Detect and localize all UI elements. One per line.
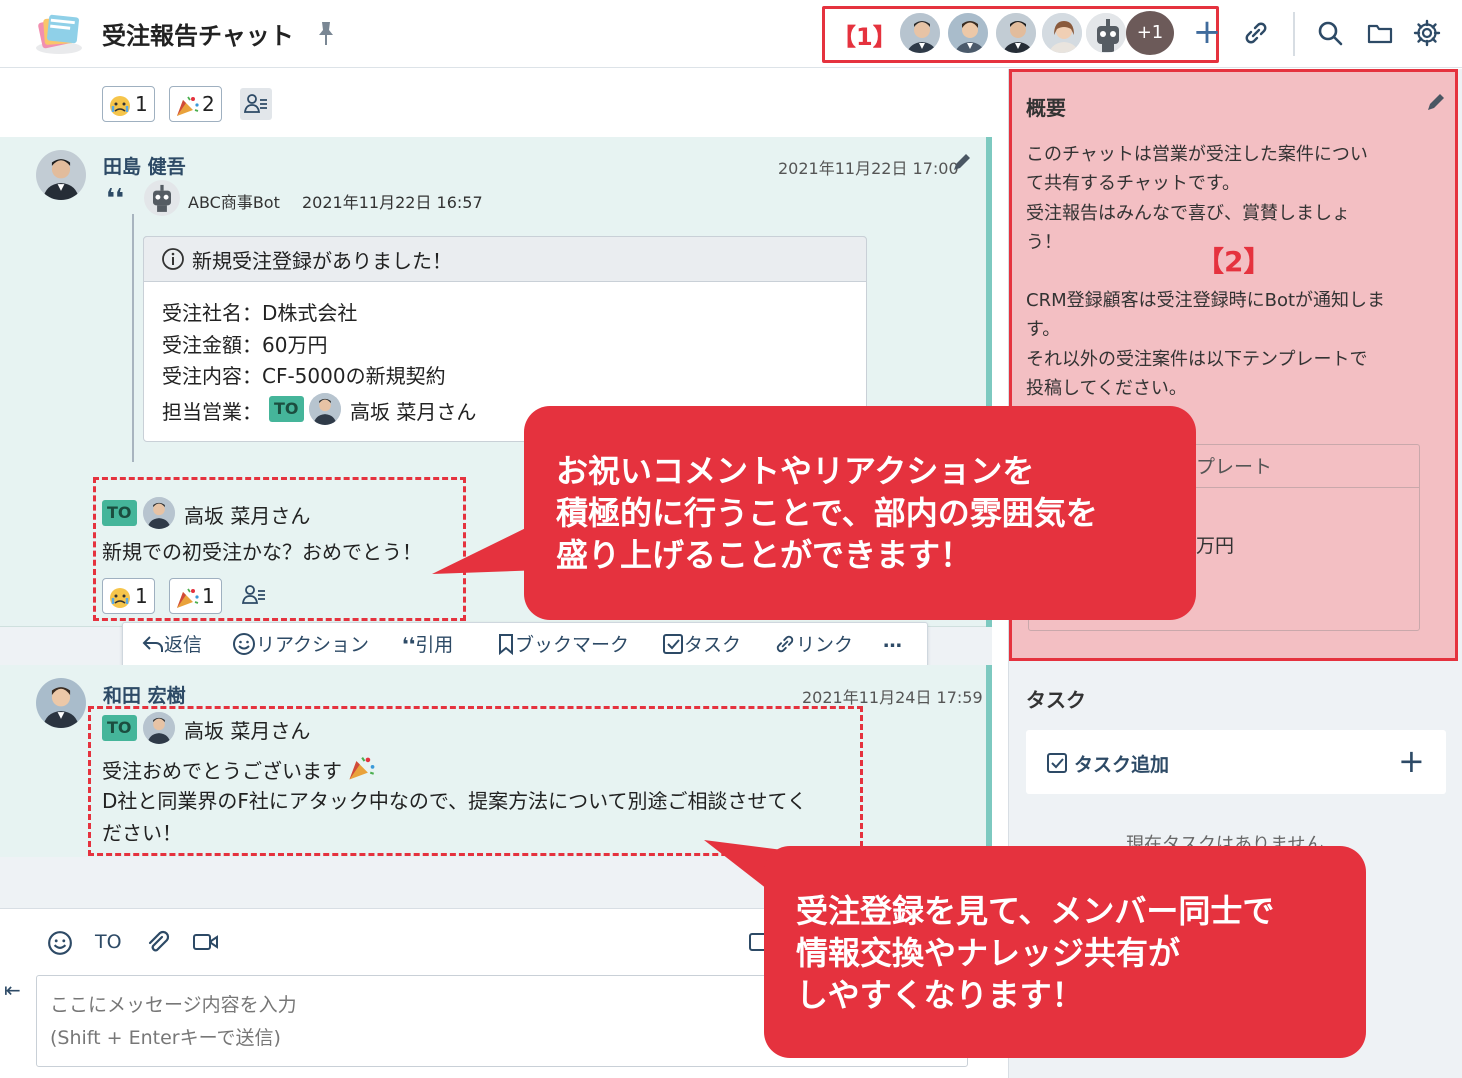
link-icon[interactable] bbox=[1242, 19, 1270, 47]
member-avatar[interactable] bbox=[946, 11, 990, 55]
annotation-label-2: 【2】 bbox=[1196, 245, 1272, 278]
task-section-title: タスク bbox=[1026, 688, 1086, 712]
info-card-rep-label: 担当営業： bbox=[162, 400, 262, 424]
template-text: 万円 bbox=[1196, 535, 1235, 557]
emoji-icon[interactable] bbox=[47, 930, 73, 956]
annotation-label-1: 【1】 bbox=[832, 23, 897, 51]
to-badge[interactable]: TO bbox=[269, 396, 304, 422]
mention-name: 高坂 菜月さん bbox=[350, 400, 477, 424]
video-call-icon[interactable] bbox=[192, 931, 220, 953]
smile-icon bbox=[233, 633, 255, 655]
edit-icon[interactable] bbox=[950, 152, 972, 174]
bot-avatar[interactable] bbox=[1084, 11, 1128, 55]
header-divider bbox=[1293, 12, 1295, 56]
description-text: 投稿してください。 bbox=[1026, 378, 1187, 399]
sender-name[interactable]: 和田 宏樹 bbox=[103, 681, 186, 708]
more-members-badge[interactable]: +1 bbox=[1126, 11, 1174, 55]
message-input-placeholder: (Shift + Enterキーで送信) bbox=[50, 1027, 281, 1049]
to-badge[interactable]: TO bbox=[102, 715, 137, 741]
member-avatar[interactable] bbox=[1040, 11, 1084, 55]
member-avatar[interactable] bbox=[994, 11, 1038, 55]
collapse-icon[interactable]: ⇤ bbox=[4, 978, 21, 1002]
description-text: 受注報告はみんなで喜び、賞賛しましょ bbox=[1026, 203, 1350, 224]
message-text: D社と同業界のF社にアタック中なので、提案方法について別途ご相談させてく bbox=[102, 789, 807, 813]
add-member-button[interactable]: + bbox=[1190, 12, 1224, 52]
member-avatar[interactable] bbox=[898, 11, 942, 55]
message-timestamp: 2021年11月24日 17:59 bbox=[802, 688, 983, 707]
bookmark-icon bbox=[499, 634, 513, 656]
add-task-label: タスク追加 bbox=[1074, 754, 1170, 776]
to-button[interactable]: TO bbox=[95, 931, 122, 953]
reply-icon bbox=[142, 636, 163, 652]
party-popper-emoji-icon bbox=[177, 588, 199, 608]
search-icon[interactable] bbox=[1316, 19, 1344, 47]
edit-icon[interactable] bbox=[1424, 92, 1446, 114]
reaction-button[interactable]: 1 bbox=[169, 578, 222, 614]
quote-timestamp: 2021年11月22日 16:57 bbox=[302, 193, 483, 212]
description-text: それ以外の受注案件は以下テンプレートで bbox=[1026, 349, 1368, 370]
reaction-button[interactable]: 1 bbox=[102, 86, 155, 122]
quote-action[interactable]: ❛❛引用 bbox=[402, 630, 453, 657]
sender-name[interactable]: 田島 健吾 bbox=[103, 152, 186, 179]
mention-name: 高坂 菜月さん bbox=[184, 719, 311, 743]
message-text: 受注おめでとうございます bbox=[102, 754, 376, 784]
reaction-action[interactable]: リアクション bbox=[232, 630, 369, 657]
description-title: 概要 bbox=[1026, 96, 1066, 120]
room-icon bbox=[36, 14, 82, 54]
crying-face-emoji-icon bbox=[110, 95, 130, 116]
quote-mark-icon: ❛❛ bbox=[106, 184, 125, 214]
info-card-line: 受注金額：60万円 bbox=[162, 333, 328, 357]
to-badge[interactable]: TO bbox=[102, 500, 137, 526]
task-checkbox-icon bbox=[663, 634, 683, 654]
message-highlight-bar bbox=[986, 665, 992, 857]
reaction-button[interactable]: 2 bbox=[169, 86, 222, 122]
reaction-button[interactable]: 1 bbox=[102, 578, 155, 614]
avatar[interactable] bbox=[36, 678, 86, 728]
description-text: す。 bbox=[1026, 319, 1061, 340]
description-text: て共有するチャットです。 bbox=[1026, 173, 1241, 194]
party-popper-emoji-icon bbox=[349, 757, 375, 780]
quote-line bbox=[132, 214, 134, 462]
pin-icon[interactable] bbox=[316, 20, 336, 46]
quote-icon: ❛❛ bbox=[402, 634, 416, 656]
description-text: このチャットは営業が受注した案件につい bbox=[1026, 144, 1368, 165]
reply-action[interactable]: 返信 bbox=[142, 630, 202, 657]
bookmark-action[interactable]: ブックマーク bbox=[497, 630, 629, 657]
info-card-title: 新規受注登録がありました！ bbox=[192, 249, 452, 273]
message-text: ださい！ bbox=[102, 821, 182, 845]
info-icon bbox=[162, 248, 184, 270]
link-icon bbox=[776, 635, 794, 653]
gear-icon[interactable] bbox=[1413, 19, 1441, 47]
more-actions-button[interactable]: … bbox=[883, 630, 902, 652]
link-action[interactable]: リンク bbox=[774, 630, 853, 657]
message-input-placeholder: ここにメッセージ内容を入力 bbox=[50, 994, 297, 1016]
reaction-users-icon[interactable] bbox=[240, 88, 272, 120]
avatar[interactable] bbox=[143, 712, 175, 744]
attachment-icon[interactable] bbox=[144, 929, 170, 955]
annotation-callout-2: 受注登録を見て、メンバー同士で 情報交換やナレッジ共有が しやすくなります！ bbox=[764, 846, 1366, 1058]
info-card-line: 受注社名：D株式会社 bbox=[162, 301, 358, 325]
avatar[interactable] bbox=[36, 150, 86, 200]
bot-avatar[interactable] bbox=[144, 180, 180, 216]
avatar[interactable] bbox=[309, 393, 341, 425]
quote-author: ABC商事Bot bbox=[188, 193, 280, 212]
plus-icon[interactable]: + bbox=[1398, 742, 1425, 780]
message-timestamp: 2021年11月22日 17:00 bbox=[778, 159, 959, 178]
description-text: う！ bbox=[1026, 232, 1062, 253]
task-action[interactable]: タスク bbox=[662, 630, 741, 657]
info-card-line: 受注内容：CF-5000の新規契約 bbox=[162, 364, 446, 388]
annotation-callout-1: お祝いコメントやリアクションを 積極的に行うことで、部内の雰囲気を 盛り上げるこ… bbox=[524, 406, 1196, 620]
mention-name: 高坂 菜月さん bbox=[184, 504, 311, 528]
reaction-users-icon[interactable] bbox=[238, 579, 270, 611]
template-title: プレート bbox=[1196, 456, 1273, 478]
folder-icon[interactable] bbox=[1366, 19, 1394, 47]
page-title: 受注報告チャット bbox=[102, 22, 294, 50]
party-popper-emoji-icon bbox=[177, 96, 199, 116]
crying-face-emoji-icon bbox=[110, 587, 130, 608]
description-text: CRM登録顧客は受注登録時にBotが通知しま bbox=[1026, 290, 1386, 311]
avatar[interactable] bbox=[143, 497, 175, 529]
task-checkbox-icon bbox=[1047, 753, 1067, 773]
message-text: 新規での初受注かな？おめでとう！ bbox=[102, 540, 422, 564]
